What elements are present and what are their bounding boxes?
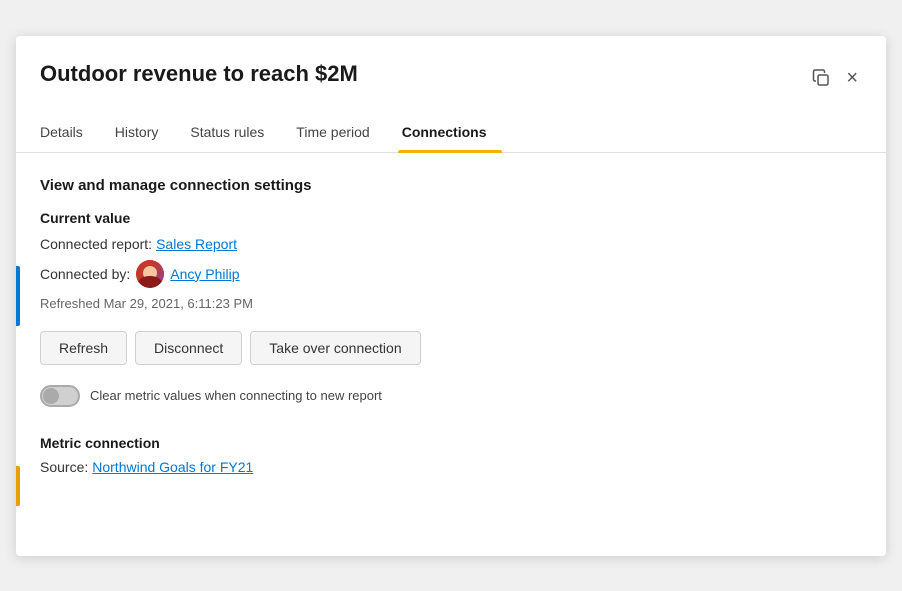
refreshed-timestamp: Refreshed Mar 29, 2021, 6:11:23 PM: [40, 296, 862, 311]
left-accent-orange: [16, 466, 20, 506]
user-name-link[interactable]: Ancy Philip: [170, 266, 239, 282]
close-icon: ×: [846, 68, 858, 88]
close-button[interactable]: ×: [842, 64, 862, 92]
refresh-button[interactable]: Refresh: [40, 331, 127, 365]
tab-history[interactable]: History: [111, 116, 175, 152]
copy-icon-button[interactable]: [808, 65, 834, 91]
disconnect-button[interactable]: Disconnect: [135, 331, 242, 365]
source-prefix: Source:: [40, 459, 88, 475]
panel-title: Outdoor revenue to reach $2M: [40, 60, 358, 89]
current-value-label: Current value: [40, 210, 862, 226]
connected-report-prefix: Connected report:: [40, 236, 152, 252]
toggle-row: Clear metric values when connecting to n…: [40, 385, 862, 407]
avatar: [136, 260, 164, 288]
connected-by-prefix: Connected by:: [40, 266, 130, 282]
panel-header: Outdoor revenue to reach $2M ×: [16, 36, 886, 92]
toggle-thumb: [43, 388, 59, 404]
tab-connections[interactable]: Connections: [398, 116, 503, 152]
avatar-image: [136, 260, 164, 288]
panel-body: View and manage connection settings Curr…: [16, 153, 886, 507]
toggle-label: Clear metric values when connecting to n…: [90, 388, 382, 403]
toggle-track: [40, 385, 80, 407]
tab-details[interactable]: Details: [40, 116, 99, 152]
current-value-section: Current value Connected report: Sales Re…: [40, 210, 862, 311]
connected-report-row: Connected report: Sales Report: [40, 236, 862, 252]
header-icons: ×: [808, 64, 862, 92]
source-link[interactable]: Northwind Goals for FY21: [92, 459, 253, 475]
metric-connection-label: Metric connection: [40, 435, 862, 451]
take-over-button[interactable]: Take over connection: [250, 331, 420, 365]
action-buttons: Refresh Disconnect Take over connection: [40, 331, 862, 365]
connected-by-row: Connected by: Ancy Philip: [40, 260, 862, 288]
tab-bar: Details History Status rules Time period…: [16, 100, 886, 153]
tab-status-rules[interactable]: Status rules: [186, 116, 280, 152]
connected-report-link[interactable]: Sales Report: [156, 236, 237, 252]
left-accent-blue: [16, 266, 20, 326]
metric-section: Metric connection Source: Northwind Goal…: [40, 435, 862, 475]
main-panel: Outdoor revenue to reach $2M × Details H…: [16, 36, 886, 556]
metric-source-row: Source: Northwind Goals for FY21: [40, 459, 862, 475]
copy-icon: [812, 69, 830, 87]
section-heading: View and manage connection settings: [40, 177, 862, 194]
clear-values-toggle[interactable]: [40, 385, 80, 407]
tab-time-period[interactable]: Time period: [292, 116, 385, 152]
